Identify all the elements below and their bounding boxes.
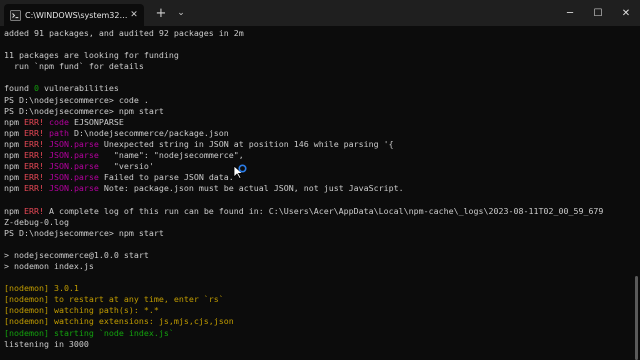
- title-bar: C:\WINDOWS\system32\cmd. ✕ + ⌄ ─ ☐ ✕: [0, 0, 640, 26]
- terminal-text: Note: package.json must be actual JSON, …: [98, 183, 404, 194]
- terminal-text: A complete log of this run can be found …: [43, 205, 604, 216]
- terminal-line: listening in 3000: [4, 339, 628, 350]
- terminal-text: found: [4, 83, 34, 94]
- scrollbar-thumb[interactable]: [635, 276, 638, 360]
- terminal-text: "versio': [98, 161, 154, 172]
- terminal-text: run `npm fund` for details: [4, 61, 144, 72]
- terminal-line: > nodejsecommerce@1.0.0 start: [4, 250, 628, 261]
- terminal-output[interactable]: added 91 packages, and audited 92 packag…: [0, 26, 632, 360]
- terminal-line: PS D:\nodejsecommerce> npm start: [4, 106, 628, 117]
- terminal-text: npm: [4, 183, 24, 194]
- terminal-line: npm ERR! JSON.parse Unexpected string in…: [4, 139, 628, 150]
- terminal-text: "name": "nodejsecommerce",: [98, 150, 244, 161]
- terminal-line: npm ERR! path D:\nodejsecommerce/package…: [4, 128, 628, 139]
- busy-spinner-icon: [238, 164, 247, 173]
- scrollbar[interactable]: [632, 26, 640, 360]
- tab-cmd[interactable]: C:\WINDOWS\system32\cmd. ✕: [4, 4, 144, 26]
- terminal-text: > nodejsecommerce@1.0.0 start: [4, 249, 149, 260]
- terminal-text: code: [43, 116, 69, 127]
- terminal-line: found 0 vulnerabilities: [4, 83, 628, 94]
- terminal-text: PS D:\nodejsecommerce> npm start: [4, 105, 164, 116]
- terminal-line: [nodemon] starting `node index.js`: [4, 328, 628, 339]
- terminal-text: Z-debug-0.log: [4, 216, 69, 227]
- terminal-text: [nodemon] watching extensions: js,mjs,cj…: [4, 316, 234, 327]
- terminal-text: [nodemon] watching path(s): *.*: [4, 305, 159, 316]
- terminal-line: added 91 packages, and audited 92 packag…: [4, 28, 628, 39]
- terminal-text: vulnerabilities: [38, 83, 119, 94]
- tab-title: C:\WINDOWS\system32\cmd.: [25, 10, 128, 20]
- terminal-text: ERR!: [23, 150, 44, 161]
- terminal-text: > nodemon index.js: [4, 260, 94, 271]
- close-button[interactable]: ✕: [612, 0, 640, 26]
- terminal-text: ERR!: [23, 161, 44, 172]
- terminal-line: npm ERR! A complete log of this run can …: [4, 206, 628, 217]
- terminal-text: Unexpected string in JSON at position 14…: [98, 138, 394, 149]
- terminal-icon: [10, 9, 21, 21]
- terminal-line: [nodemon] to restart at any time, enter …: [4, 294, 628, 305]
- terminal-text: ERR!: [23, 116, 44, 127]
- maximize-button[interactable]: ☐: [584, 0, 612, 26]
- terminal-text: D:\nodejsecommerce/package.json: [68, 127, 229, 138]
- terminal-text: PS D:\nodejsecommerce> npm start: [4, 227, 164, 238]
- tab-close-icon[interactable]: ✕: [128, 10, 140, 20]
- terminal-line: npm ERR! JSON.parse Note: package.json m…: [4, 183, 628, 194]
- terminal-text: JSON.parse: [43, 161, 99, 172]
- tab-dropdown-icon[interactable]: ⌄: [172, 8, 190, 18]
- terminal-text: npm: [4, 138, 24, 149]
- terminal-text: PS D:\nodejsecommerce> code .: [4, 94, 149, 105]
- minimize-button[interactable]: ─: [556, 0, 584, 26]
- terminal-text: npm: [4, 172, 24, 183]
- terminal-text: npm: [4, 205, 24, 216]
- terminal-text: npm: [4, 127, 24, 138]
- terminal-text: added 91 packages, and audited 92 packag…: [4, 28, 244, 38]
- terminal-text: JSON.parse: [43, 183, 99, 194]
- terminal-text: 11 packages are looking for funding: [4, 50, 179, 61]
- terminal-text: ERR!: [23, 205, 44, 216]
- terminal-line: npm ERR! JSON.parse "name": "nodejsecomm…: [4, 150, 628, 161]
- terminal-line: npm ERR! JSON.parse Failed to parse JSON…: [4, 172, 628, 183]
- terminal-text: JSON.parse: [43, 150, 99, 161]
- terminal-text: [nodemon] to restart at any time, enter …: [4, 294, 224, 305]
- terminal-text: ERR!: [23, 172, 44, 183]
- terminal-line: [nodemon] watching path(s): *.*: [4, 305, 628, 316]
- terminal-line: PS D:\nodejsecommerce> code .: [4, 95, 628, 106]
- terminal-text: npm: [4, 161, 24, 172]
- terminal-line: > nodemon index.js: [4, 261, 628, 272]
- tab-strip: C:\WINDOWS\system32\cmd. ✕ + ⌄: [0, 0, 190, 26]
- terminal-text: ERR!: [23, 183, 44, 194]
- terminal-line: run `npm fund` for details: [4, 61, 628, 72]
- new-tab-button[interactable]: +: [150, 6, 172, 21]
- terminal-text: path: [43, 127, 69, 138]
- terminal-text: npm: [4, 116, 24, 127]
- terminal-line: [nodemon] 3.0.1: [4, 283, 628, 294]
- terminal-line: [nodemon] watching extensions: js,mjs,cj…: [4, 316, 628, 327]
- terminal-line: PS D:\nodejsecommerce> npm start: [4, 228, 628, 239]
- terminal-text: listening in 3000: [4, 338, 89, 349]
- terminal-text: JSON.parse: [43, 138, 99, 149]
- terminal-line: 11 packages are looking for funding: [4, 50, 628, 61]
- terminal-text: ERR!: [23, 127, 44, 138]
- window-controls: ─ ☐ ✕: [556, 0, 640, 26]
- terminal-line: Z-debug-0.log: [4, 217, 628, 228]
- terminal-text: JSON.parse: [43, 172, 99, 183]
- terminal-text: [nodemon] starting `node index.js`: [4, 327, 174, 338]
- terminal-line: npm ERR! JSON.parse "versio': [4, 161, 628, 172]
- terminal-window: C:\WINDOWS\system32\cmd. ✕ + ⌄ ─ ☐ ✕ add…: [0, 0, 640, 360]
- terminal-text: ERR!: [23, 138, 44, 149]
- terminal-text: [nodemon] 3.0.1: [4, 283, 79, 294]
- terminal-line: npm ERR! code EJSONPARSE: [4, 117, 628, 128]
- terminal-text: npm: [4, 150, 24, 161]
- terminal-text: Failed to parse JSON data.: [98, 172, 234, 183]
- terminal-text: EJSONPARSE: [68, 116, 124, 127]
